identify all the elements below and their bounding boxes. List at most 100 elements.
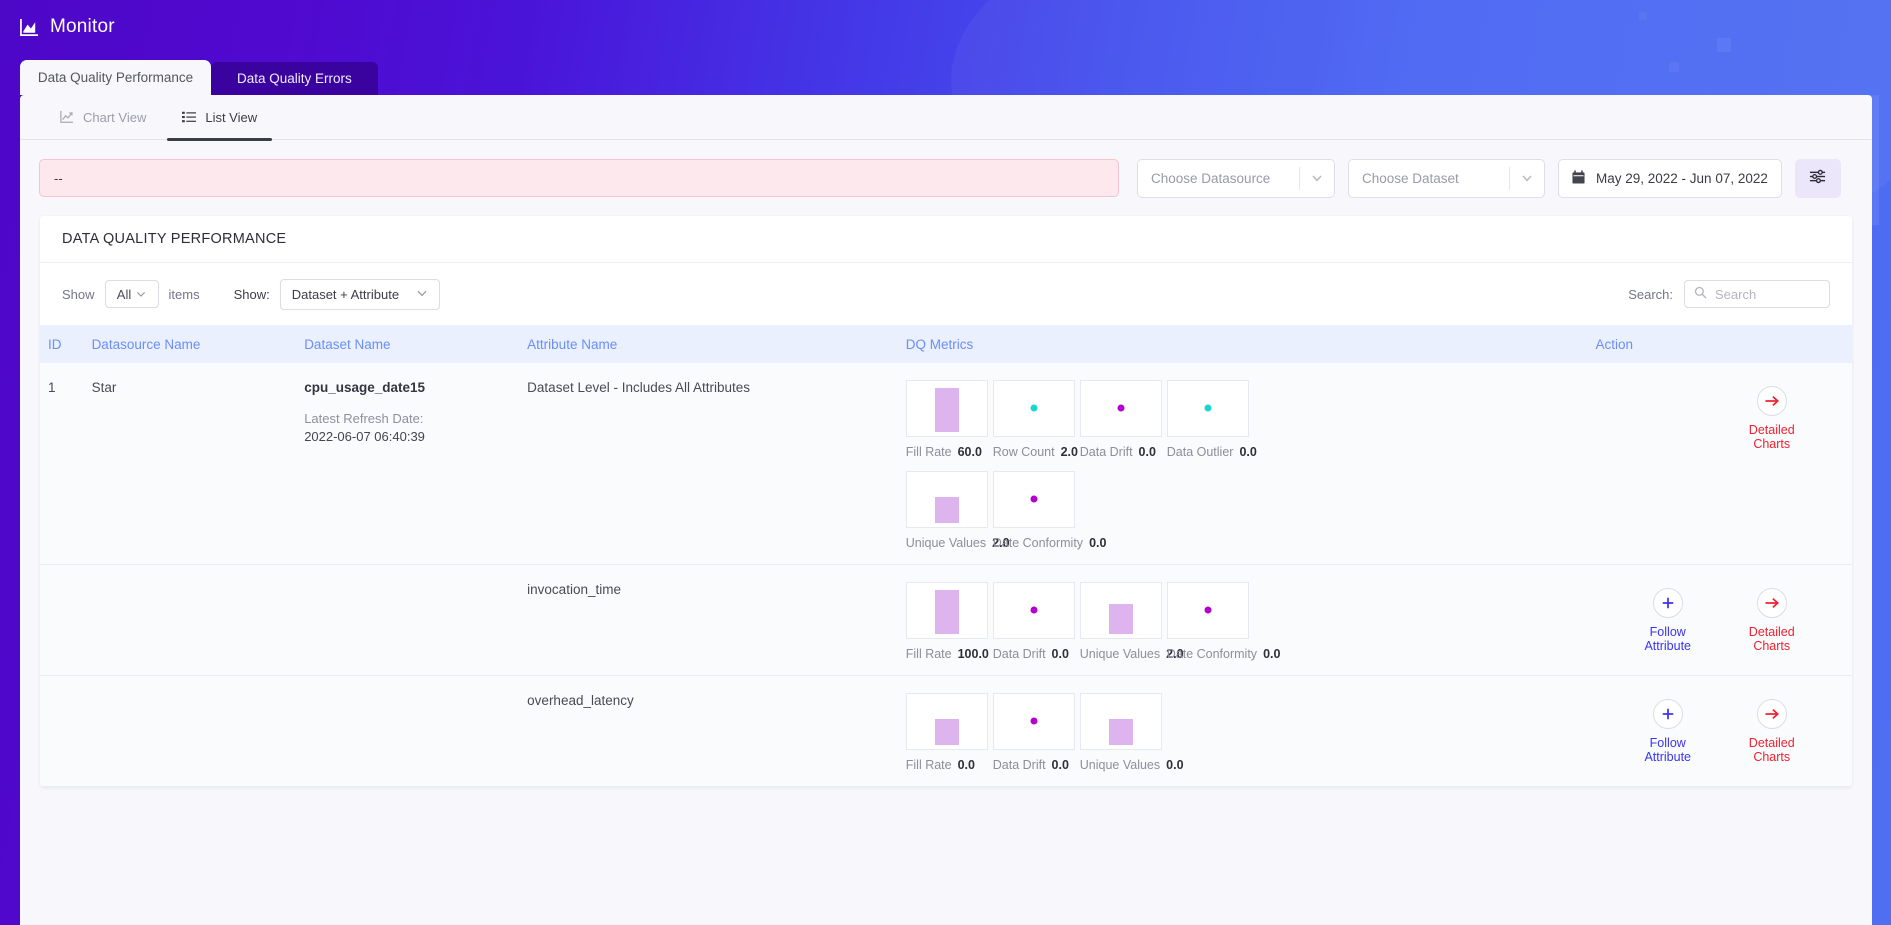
metric-unique-values[interactable]: Unique Values2.0 [1080, 582, 1167, 661]
sparkline-dot [1030, 718, 1037, 725]
page-title-bar: Monitor [20, 16, 115, 38]
sparkline-dot [1030, 405, 1037, 412]
calendar-icon [1572, 170, 1585, 187]
dataset-name-value: cpu_usage_date15 [304, 380, 511, 395]
column-header-id[interactable]: ID [40, 325, 84, 363]
detailed-charts-label: Detailed Charts [1735, 625, 1809, 654]
metric-fill-rate[interactable]: Fill Rate0.0 [906, 693, 993, 772]
cell-dq-metrics: Fill Rate60.0Row Count2.0Data Drift0.0Da… [898, 363, 1588, 565]
detailed-charts-button[interactable]: Detailed Charts [1735, 588, 1809, 654]
sparkline-dot [1117, 405, 1124, 412]
metric-value: 60.0 [958, 445, 982, 459]
table-header: ID Datasource Name Dataset Name Attribut… [40, 325, 1852, 363]
chevron-down-icon [1510, 172, 1544, 184]
cell-id [40, 676, 84, 787]
metric-fill-rate[interactable]: Fill Rate60.0 [906, 380, 993, 459]
show-mode-select[interactable]: Dataset + Attribute [280, 279, 440, 310]
metric-sparkline [1080, 582, 1162, 639]
chevron-down-icon [1300, 172, 1334, 184]
plus-icon [1653, 588, 1683, 618]
alert-message-field[interactable]: -- [39, 159, 1119, 197]
metric-row-count[interactable]: Row Count2.0 [993, 380, 1080, 459]
metric-unique-values[interactable]: Unique Values2.0 [906, 471, 993, 550]
datasource-select-label: Choose Datasource [1138, 171, 1283, 186]
metric-data-drift[interactable]: Data Drift0.0 [993, 582, 1080, 661]
view-tab-label: Chart View [83, 110, 146, 125]
view-tab-chart-view[interactable]: Chart View [60, 95, 146, 140]
view-tab-label: List View [205, 110, 257, 125]
cell-datasource-name: Star [84, 363, 297, 565]
card-title: DATA QUALITY PERFORMANCE [40, 216, 1852, 263]
metric-value: 0.0 [1089, 536, 1106, 550]
metric-footer: Data Drift0.0 [993, 758, 1080, 772]
table-header-row: ID Datasource Name Dataset Name Attribut… [40, 325, 1852, 363]
tab-data-quality-errors[interactable]: Data Quality Errors [211, 62, 378, 95]
tab-data-quality-performance[interactable]: Data Quality Performance [20, 60, 211, 95]
search-area: Search: [1628, 280, 1830, 308]
detailed-charts-label: Detailed Charts [1735, 736, 1809, 765]
cell-id: 1 [40, 363, 84, 565]
metric-name: Fill Rate [906, 647, 952, 661]
metric-value: 0.0 [958, 758, 975, 772]
dq-performance-card: DATA QUALITY PERFORMANCE Show All items … [40, 216, 1852, 787]
metric-data-drift[interactable]: Data Drift0.0 [1080, 380, 1167, 459]
metric-value: 0.0 [1052, 647, 1069, 661]
column-header-dq-metrics[interactable]: DQ Metrics [898, 325, 1588, 363]
metric-value: 0.0 [1239, 445, 1256, 459]
column-header-datasource-name[interactable]: Datasource Name [84, 325, 297, 363]
follow-attribute-button[interactable]: FollowAttribute [1631, 588, 1705, 654]
column-header-action[interactable]: Action [1587, 325, 1852, 363]
metric-footer: Fill Rate0.0 [906, 758, 993, 772]
sparkline-dot [1204, 405, 1211, 412]
search-box[interactable] [1684, 280, 1830, 308]
dataset-select[interactable]: Choose Dataset [1348, 159, 1545, 198]
cell-action: FollowAttribute Detailed Charts [1587, 565, 1852, 676]
metric-footer: Fill Rate60.0 [906, 445, 993, 459]
table-body: 1Star cpu_usage_date15 Latest Refresh Date… [40, 363, 1852, 787]
metric-date-conformity[interactable]: Date Conformity0.0 [1167, 582, 1254, 661]
metric-sparkline [993, 693, 1075, 750]
metric-sparkline [993, 582, 1075, 639]
search-input[interactable] [1715, 287, 1820, 302]
arrow-right-icon [1757, 588, 1787, 618]
follow-attribute-button[interactable]: FollowAttribute [1631, 699, 1705, 765]
table-row: 1Star cpu_usage_date15 Latest Refresh Date… [40, 363, 1852, 565]
metric-data-drift[interactable]: Data Drift0.0 [993, 693, 1080, 772]
detailed-charts-button[interactable]: Detailed Charts [1735, 386, 1809, 452]
cell-attribute-name: invocation_time [519, 565, 898, 676]
metric-date-conformity[interactable]: Date Conformity0.0 [993, 471, 1080, 550]
show-count-value: All [117, 287, 131, 302]
metric-footer: Row Count2.0 [993, 445, 1080, 459]
metric-data-outlier[interactable]: Data Outlier0.0 [1167, 380, 1254, 459]
metric-sparkline [1080, 380, 1162, 437]
metric-fill-rate[interactable]: Fill Rate100.0 [906, 582, 993, 661]
detailed-charts-button[interactable]: Detailed Charts [1735, 699, 1809, 765]
metric-name: Unique Values [906, 536, 986, 550]
filter-bar: -- Choose Datasource Choose Dataset [20, 140, 1872, 216]
cell-dataset-name: cpu_usage_date15Latest Refresh Date:2022… [296, 363, 519, 565]
search-icon [1694, 286, 1707, 302]
metric-unique-values[interactable]: Unique Values0.0 [1080, 693, 1167, 772]
metric-sparkline [1167, 582, 1249, 639]
metric-footer: Unique Values2.0 [1080, 647, 1167, 661]
filter-settings-button[interactable] [1795, 159, 1841, 198]
main-tabstrip: Data Quality Performance Data Quality Er… [20, 60, 378, 95]
column-header-attribute-name[interactable]: Attribute Name [519, 325, 898, 363]
date-range-picker[interactable]: May 29, 2022 - Jun 07, 2022 [1558, 159, 1782, 198]
datasource-select[interactable]: Choose Datasource [1137, 159, 1335, 198]
arrow-right-icon [1757, 386, 1787, 416]
metric-sparkline [906, 582, 988, 639]
sparkline-bar [935, 590, 959, 634]
metric-value: 0.0 [1052, 758, 1069, 772]
cell-attribute-name: Dataset Level - Includes All Attributes [519, 363, 898, 565]
refresh-date-label: Latest Refresh Date: [304, 411, 511, 426]
cell-action: FollowAttribute Detailed Charts [1587, 676, 1852, 787]
view-tab-list-view[interactable]: List View [182, 95, 257, 140]
metric-sparkline [993, 380, 1075, 437]
metric-footer: Date Conformity0.0 [993, 536, 1080, 550]
dataset-select-label: Choose Dataset [1349, 171, 1472, 186]
sparkline-bar [935, 497, 959, 523]
show-count-select[interactable]: All [105, 280, 159, 308]
cell-dataset-name [296, 676, 519, 787]
column-header-dataset-name[interactable]: Dataset Name [296, 325, 519, 363]
